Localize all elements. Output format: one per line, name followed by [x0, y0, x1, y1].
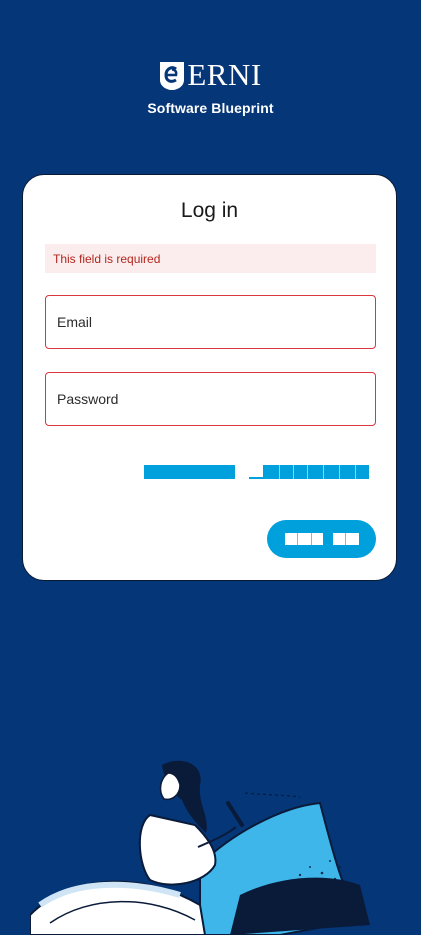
brand-tagline: Software Blueprint — [147, 99, 274, 116]
login-screen: ERNI Software Blueprint Log in This fiel… — [0, 0, 421, 935]
erni-e-badge-icon — [160, 61, 185, 90]
error-banner: This field is required — [45, 244, 376, 273]
email-label: Email — [57, 314, 93, 330]
login-submit-button[interactable] — [267, 520, 376, 558]
redacted-button-label-1 — [284, 533, 323, 545]
woman-reading-book-illustration — [30, 760, 370, 935]
brand-logo: ERNI Software Blueprint — [0, 58, 421, 116]
error-message: This field is required — [53, 251, 161, 266]
logo-mark: ERNI — [159, 58, 261, 92]
redacted-link-1[interactable] — [144, 465, 235, 479]
page-title: Log in — [180, 199, 239, 222]
login-card: Log in This field is required Email Pass… — [22, 174, 397, 581]
password-label: Password — [57, 391, 119, 407]
redacted-link-2[interactable] — [249, 465, 369, 479]
redacted-button-label-2 — [332, 533, 359, 545]
email-field[interactable]: Email — [45, 295, 376, 349]
brand-name: ERNI — [187, 57, 262, 92]
password-field[interactable]: Password — [45, 372, 376, 426]
